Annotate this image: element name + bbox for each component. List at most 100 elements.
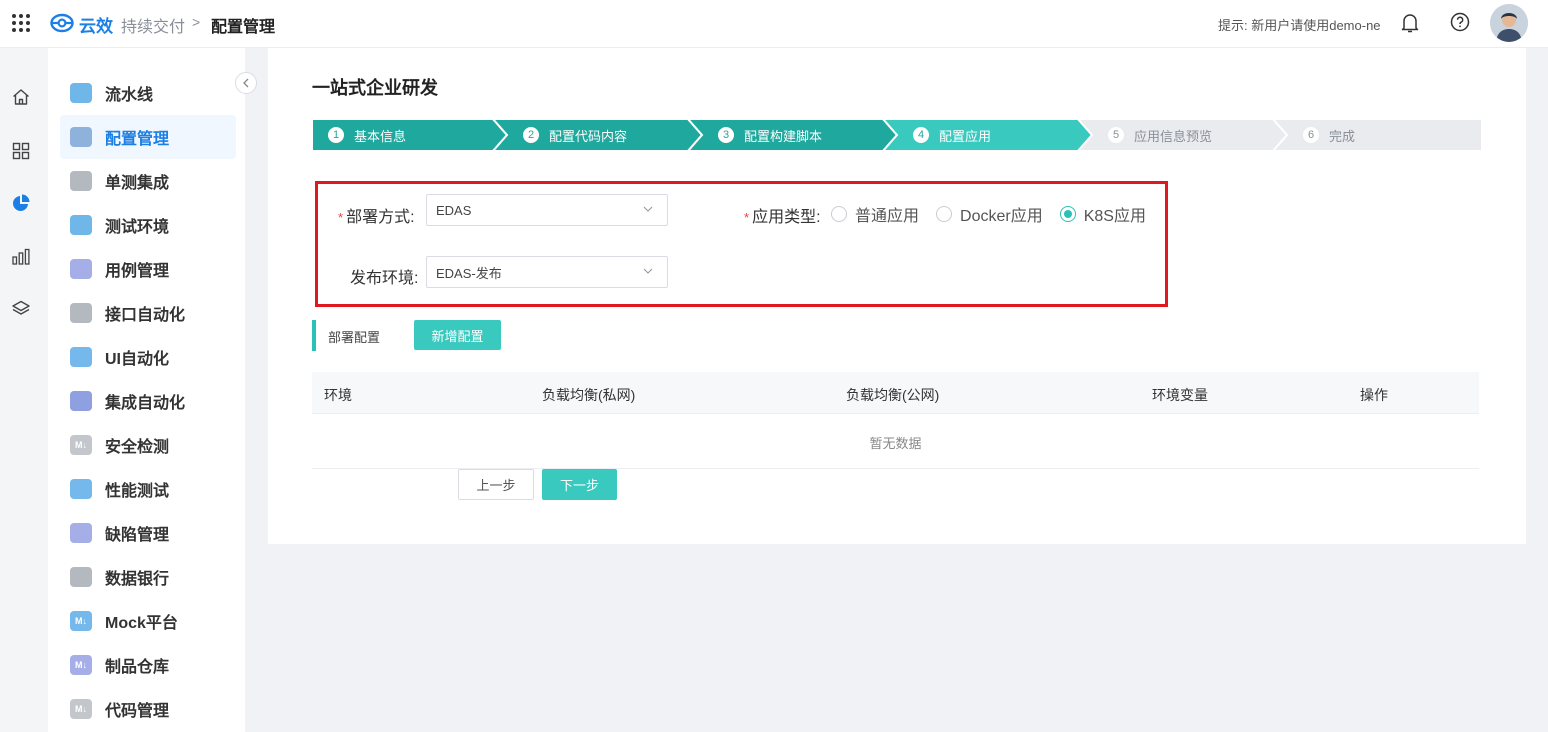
- breadcrumb-continuous-delivery[interactable]: 持续交付: [121, 13, 185, 37]
- sidebar-item-label: 性能测试: [105, 483, 170, 500]
- help-icon[interactable]: [1450, 12, 1470, 32]
- sidebar-item[interactable]: 流水线: [60, 71, 236, 115]
- yunxiao-logo-icon[interactable]: [50, 12, 74, 34]
- apps-grid-icon[interactable]: [12, 14, 30, 32]
- sidebar-item[interactable]: 测试环境: [60, 203, 236, 247]
- sidebar-item-label: 测试环境: [105, 219, 170, 236]
- step-number: 5: [1108, 127, 1124, 143]
- radio-k8s-app[interactable]: K8S应用: [1059, 202, 1146, 226]
- chart-icon: [70, 479, 92, 499]
- column-header-lb-private: 负载均衡(私网): [542, 387, 636, 403]
- markdown-icon: M↓: [70, 699, 92, 719]
- sidebar-item[interactable]: 集成自动化: [60, 379, 236, 423]
- icon-rail: [0, 48, 48, 732]
- sidebar-item-label: 安全检测: [105, 439, 170, 456]
- sidebar-item-label: UI自动化: [105, 351, 170, 368]
- step-label: 应用信息预览: [1134, 128, 1213, 144]
- sidebar-item-label: 代码管理: [105, 703, 170, 720]
- bell-icon[interactable]: [1400, 12, 1420, 34]
- markdown-icon: M↓: [70, 655, 92, 675]
- sidebar-item-label: 用例管理: [105, 263, 170, 280]
- integration-icon: [70, 391, 92, 411]
- ui-icon: [70, 347, 92, 367]
- chevron-down-icon: [643, 206, 653, 212]
- breadcrumb-config-management: 配置管理: [211, 19, 276, 36]
- wizard-step: 2 配置代码内容: [523, 119, 627, 151]
- wizard-step: 5 应用信息预览: [1108, 119, 1212, 151]
- sidebar-item[interactable]: 接口自动化: [60, 291, 236, 335]
- sidebar-item-label: 单测集成: [105, 175, 170, 192]
- section-accent-bar: [312, 320, 316, 351]
- inbox-icon: [70, 259, 92, 279]
- sidebar-item[interactable]: M↓ 安全检测: [60, 423, 236, 467]
- cloud-icon: [70, 215, 92, 235]
- wizard-step: 3 配置构建脚本: [718, 119, 822, 151]
- dashboard-icon[interactable]: [10, 140, 32, 162]
- markdown-icon: M↓: [70, 435, 92, 455]
- step-label: 完成: [1329, 128, 1356, 144]
- add-config-button[interactable]: 新增配置: [414, 320, 501, 350]
- radio-button-selected[interactable]: [1059, 206, 1076, 222]
- sidebar-item[interactable]: M↓ Mock平台: [60, 599, 236, 643]
- deploy-config-section-title: 部署配置: [328, 330, 381, 345]
- release-env-select[interactable]: EDAS-发布: [426, 256, 668, 288]
- column-header-lb-public: 负载均衡(公网): [846, 387, 940, 403]
- wizard-step: 4 配置应用: [913, 119, 991, 151]
- step-number: 2: [523, 127, 539, 143]
- sidebar-item[interactable]: 缺陷管理: [60, 511, 236, 555]
- sidebar-item[interactable]: 性能测试: [60, 467, 236, 511]
- sidebar-item-label: 制品仓库: [105, 659, 170, 676]
- radio-button[interactable]: [936, 206, 953, 222]
- table-header: 环境 负载均衡(私网) 负载均衡(公网) 环境变量 操作: [312, 372, 1479, 414]
- sidebar-item-label: Mock平台: [105, 615, 178, 632]
- deploy-method-select[interactable]: EDAS: [426, 194, 668, 226]
- step-label: 配置构建脚本: [744, 128, 823, 144]
- wizard-steps: 1 基本信息 2 配置代码内容 3 配置构建脚本 4 配置应用 5 应用信息预览 6 完成: [312, 119, 1482, 151]
- bug-icon: [70, 523, 92, 543]
- sidebar-item-label: 数据银行: [105, 571, 170, 588]
- home-icon[interactable]: [10, 86, 32, 108]
- play-icon: [70, 171, 92, 191]
- step-label: 配置应用: [939, 128, 992, 144]
- next-step-button[interactable]: 下一步: [542, 469, 617, 500]
- sidebar-item-label: 缺陷管理: [105, 527, 170, 544]
- user-avatar[interactable]: [1490, 4, 1528, 42]
- bar-chart-icon[interactable]: [10, 246, 32, 268]
- brand-name[interactable]: 云效: [79, 12, 113, 37]
- sidebar-item[interactable]: 配置管理: [60, 115, 236, 159]
- step-label: 配置代码内容: [549, 128, 628, 144]
- app-type-radio-group: 普通应用 Docker应用 K8S应用: [831, 202, 1163, 226]
- radio-button[interactable]: [831, 206, 847, 222]
- release-env-label: 发布环境:: [350, 270, 419, 287]
- target-icon: [70, 567, 92, 587]
- sidebar-item[interactable]: UI自动化: [60, 335, 236, 379]
- sidebar-item-label: 配置管理: [105, 131, 170, 148]
- sidebar-item[interactable]: 数据银行: [60, 555, 236, 599]
- step-number: 6: [1303, 127, 1319, 143]
- layers-icon[interactable]: [10, 298, 32, 320]
- sidebar-item-label: 集成自动化: [105, 395, 186, 412]
- radio-docker-app[interactable]: Docker应用: [936, 202, 1043, 226]
- sidebar-item[interactable]: M↓ 制品仓库: [60, 643, 236, 687]
- deploy-method-label: * 部署方式:: [338, 209, 415, 226]
- step-number: 3: [718, 127, 734, 143]
- column-header-env: 环境: [324, 387, 352, 403]
- chevron-down-icon: [643, 268, 653, 274]
- collapse-sidebar-button[interactable]: [235, 72, 257, 94]
- wizard-step: 1 基本信息: [328, 119, 406, 151]
- wrench-icon: [70, 127, 92, 147]
- api-icon: [70, 303, 92, 323]
- pie-chart-icon[interactable]: [10, 192, 32, 214]
- sidebar: 流水线配置管理单测集成测试环境用例管理接口自动化 UI自动化集成自动化 M↓ 安全检测…: [48, 48, 245, 732]
- sidebar-item[interactable]: M↓ 代码管理: [60, 687, 236, 731]
- sidebar-item[interactable]: 单测集成: [60, 159, 236, 203]
- sidebar-item[interactable]: 用例管理: [60, 247, 236, 291]
- table-empty-state: 暂无数据: [312, 414, 1479, 469]
- breadcrumb-separator: >: [192, 14, 201, 30]
- prev-step-button[interactable]: 上一步: [458, 469, 534, 500]
- wizard-step: 6 完成: [1303, 119, 1355, 151]
- step-label: 基本信息: [354, 128, 407, 144]
- radio-normal-app[interactable]: 普通应用: [831, 202, 919, 226]
- pipeline-icon: [70, 83, 92, 103]
- release-env-value: EDAS-发布: [436, 265, 502, 281]
